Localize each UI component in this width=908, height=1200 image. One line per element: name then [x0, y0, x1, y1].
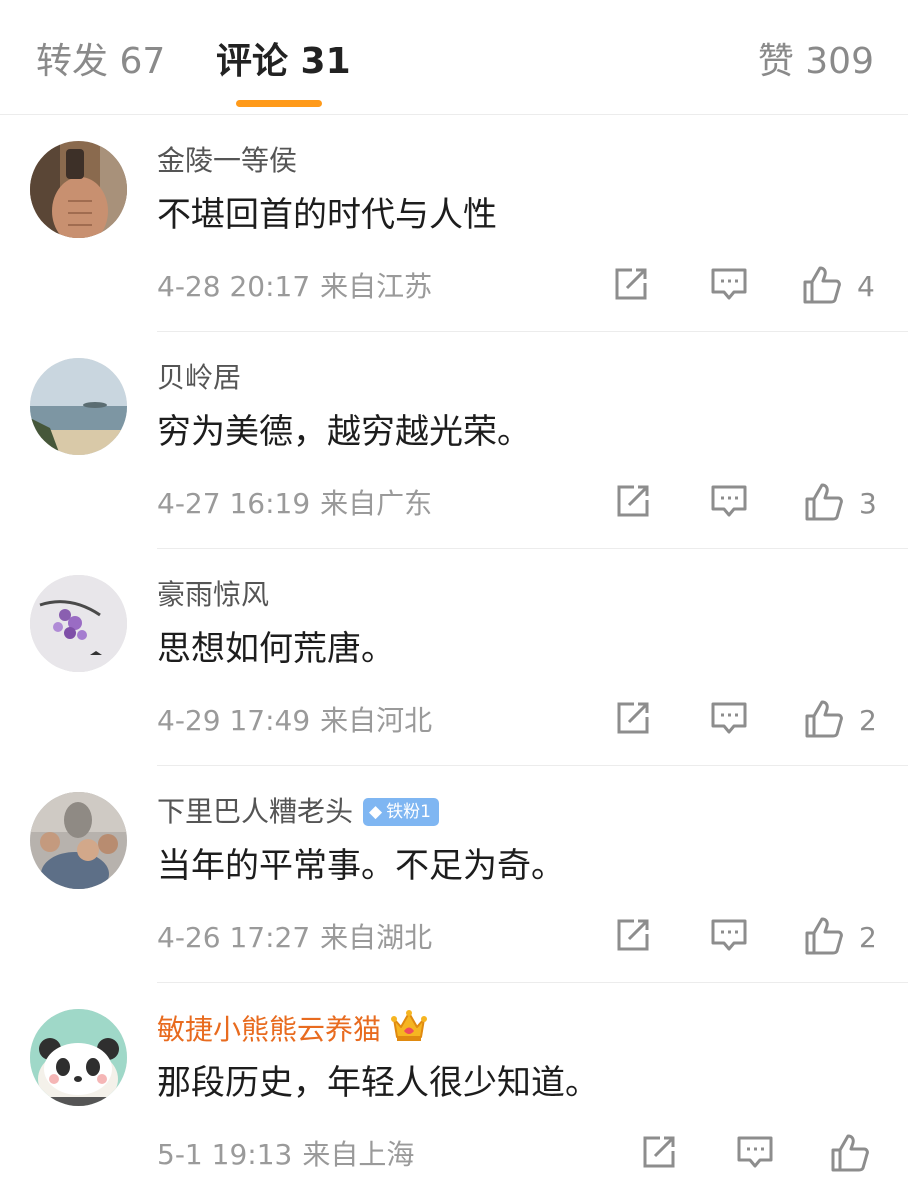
thumbs-up-icon [831, 1134, 869, 1172]
comment-text: 那段历史，年轻人很少知道。 [157, 1063, 599, 1103]
thumbs-up-icon [805, 483, 843, 521]
repost-icon [643, 1136, 675, 1168]
comment-item: 金陵一等侯 不堪回首的时代与人性 4-28 20:17 来自江苏 4 [0, 115, 908, 332]
comment-username[interactable]: 贝岭居 [157, 358, 241, 398]
comment-item: 下里巴人糟老头 ◆ 铁粉1 当年的平常事。不足为奇。 4-26 17:27 来自湖北 … [0, 766, 908, 983]
comment-meta: 5-1 19:13 来自上海 [157, 1135, 414, 1175]
thumbs-up-icon [805, 917, 843, 955]
comment-meta: 4-29 17:49 来自河北 [157, 701, 432, 741]
tab-repost[interactable]: 转发 67 [36, 40, 165, 84]
comment-meta: 4-26 17:27 来自湖北 [157, 918, 432, 958]
comment-text: 思想如何荒唐。 [157, 629, 395, 669]
comment-location: 来自上海 [302, 1138, 415, 1171]
comment-time: 4-26 17:27 [157, 921, 311, 954]
comment-item: 敏捷小熊熊云养猫 那段历史，年轻人很少知道。 5-1 19:13 来自上海 [0, 983, 908, 1200]
comment-meta: 4-27 16:19 来自广东 [157, 484, 432, 524]
comment-location: 来自湖北 [320, 921, 433, 954]
reply-button[interactable] [710, 482, 748, 522]
comment-username-text: 下里巴人糟老头 [157, 795, 354, 828]
reply-icon [737, 1136, 773, 1168]
comment-meta: 4-28 20:17 来自江苏 [157, 267, 432, 307]
tab-likes[interactable]: 赞 309 [758, 40, 874, 84]
like-count: 2 [859, 704, 877, 737]
reply-button[interactable] [710, 699, 748, 739]
comment-text: 穷为美德，越穷越光荣。 [157, 412, 531, 452]
comment-time: 4-27 16:19 [157, 487, 311, 520]
repost-button[interactable] [612, 265, 650, 305]
reply-icon [711, 268, 747, 300]
comment-item: 豪雨惊风 思想如何荒唐。 4-29 17:49 来自河北 2 [0, 549, 908, 766]
reply-icon [711, 485, 747, 517]
comment-text: 当年的平常事。不足为奇。 [157, 846, 565, 886]
comment-location: 来自江苏 [320, 270, 433, 303]
comment-location: 来自河北 [320, 704, 433, 737]
like-button[interactable] [804, 482, 844, 522]
repost-button[interactable] [614, 482, 652, 522]
like-count: 4 [857, 270, 875, 303]
active-tab-indicator [236, 100, 322, 107]
repost-button[interactable] [640, 1133, 678, 1173]
avatar[interactable] [30, 792, 127, 889]
like-button[interactable] [804, 916, 844, 956]
comment-username[interactable]: 敏捷小熊熊云养猫 [157, 1009, 428, 1050]
thumbs-up-icon [803, 266, 841, 304]
repost-icon [617, 702, 649, 734]
reply-button[interactable] [710, 265, 748, 305]
like-button[interactable] [830, 1133, 870, 1173]
comment-text: 不堪回首的时代与人性 [157, 195, 497, 235]
avatar[interactable] [30, 575, 127, 672]
repost-button[interactable] [614, 699, 652, 739]
comment-item: 贝岭居 穷为美德，越穷越光荣。 4-27 16:19 来自广东 3 [0, 332, 908, 549]
thumbs-up-icon [805, 700, 843, 738]
reply-icon [711, 919, 747, 951]
comment-tabs: 转发 67 评论 31 赞 309 [0, 0, 908, 115]
avatar[interactable] [30, 141, 127, 238]
fan-badge[interactable]: ◆ 铁粉1 [363, 798, 439, 826]
diamond-icon: ◆ [369, 802, 383, 822]
comment-time: 4-28 20:17 [157, 270, 311, 303]
reply-icon [711, 702, 747, 734]
repost-icon [617, 485, 649, 517]
comment-time: 5-1 19:13 [157, 1138, 293, 1171]
like-button[interactable] [802, 265, 842, 305]
like-count: 3 [859, 487, 877, 520]
comment-username-text: 敏捷小熊熊云养猫 [157, 1013, 382, 1046]
repost-button[interactable] [614, 916, 652, 956]
comment-username[interactable]: 金陵一等侯 [157, 141, 297, 181]
comment-time: 4-29 17:49 [157, 704, 311, 737]
tab-comments[interactable]: 评论 31 [216, 40, 351, 84]
crown-icon [391, 1010, 428, 1041]
avatar[interactable] [30, 358, 127, 455]
repost-icon [617, 919, 649, 951]
like-count: 2 [859, 921, 877, 954]
comment-username[interactable]: 豪雨惊风 [157, 575, 269, 615]
comment-username[interactable]: 下里巴人糟老头 ◆ 铁粉1 [157, 792, 439, 832]
like-button[interactable] [804, 699, 844, 739]
fan-badge-label: 铁粉1 [386, 802, 431, 822]
avatar[interactable] [30, 1009, 127, 1106]
reply-button[interactable] [736, 1133, 774, 1173]
comment-location: 来自广东 [320, 487, 433, 520]
reply-button[interactable] [710, 916, 748, 956]
repost-icon [615, 268, 647, 300]
